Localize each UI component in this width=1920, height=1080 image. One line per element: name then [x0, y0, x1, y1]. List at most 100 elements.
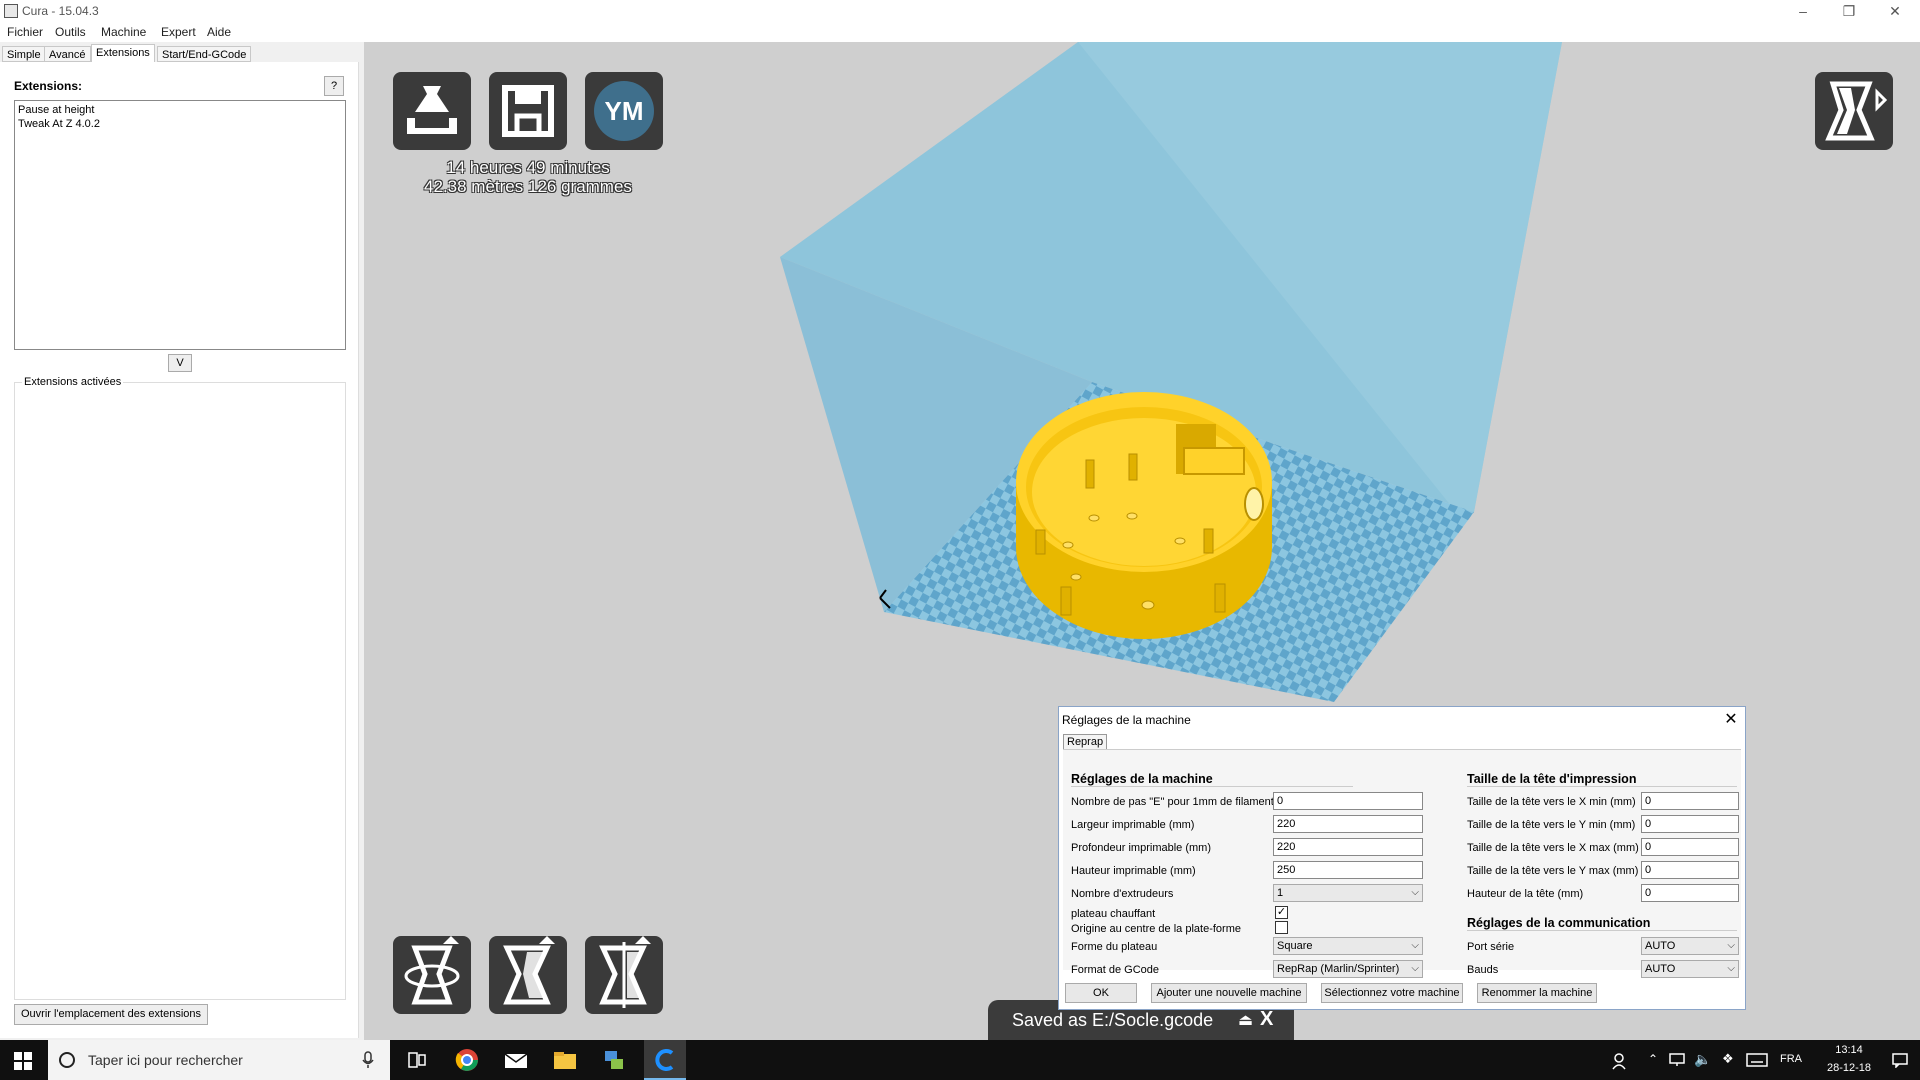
print-estimate: 14 heures 49 minutes 42.38 mètres 126 gr…	[418, 158, 638, 196]
origin-center-label: Origine au centre de la plate-forme	[1071, 923, 1241, 935]
minimize-button[interactable]: –	[1780, 0, 1826, 22]
search-placeholder: Taper ici pour rechercher	[88, 1052, 243, 1068]
head-section-title: Taille de la tête d'impression	[1467, 772, 1637, 786]
serial-port-select[interactable]: AUTO ⌵	[1641, 937, 1739, 955]
heated-bed-checkbox[interactable]: ✓	[1275, 906, 1288, 919]
people-icon[interactable]	[1612, 1052, 1630, 1070]
baud-select[interactable]: AUTO ⌵	[1641, 960, 1739, 978]
network-icon[interactable]	[1668, 1053, 1686, 1067]
tab-simple[interactable]: Simple	[2, 46, 46, 62]
head-xmin-field[interactable]: 0	[1641, 792, 1739, 810]
chrome-icon[interactable]	[454, 1048, 480, 1072]
task-view-icon[interactable]	[404, 1048, 430, 1072]
machine-settings-dialog: Réglages de la machine ✕ Reprap Réglages…	[1058, 706, 1746, 1010]
baud-label: Bauds	[1467, 964, 1499, 976]
list-item[interactable]: Pause at height	[18, 103, 342, 117]
menu-outils[interactable]: Outils	[55, 25, 86, 39]
printable-depth-field[interactable]: 220	[1273, 838, 1423, 856]
menu-machine[interactable]: Machine	[101, 25, 146, 39]
gcode-flavor-label: Format de GCode	[1071, 964, 1160, 976]
taskbar: Taper ici pour rechercher ⌃ 🔈 ❖ FRA 13:1…	[0, 1040, 1920, 1080]
app-icon	[4, 4, 18, 18]
file-explorer-icon[interactable]	[552, 1048, 578, 1072]
head-ymax-field[interactable]: 0	[1641, 861, 1739, 879]
heated-bed-label: plateau chauffant	[1071, 908, 1156, 920]
mail-icon[interactable]	[503, 1048, 529, 1072]
close-window-button[interactable]: ✕	[1872, 0, 1918, 22]
volume-icon[interactable]: 🔈	[1694, 1051, 1711, 1068]
notifications-icon[interactable]	[1892, 1052, 1908, 1068]
bed-shape-label: Forme du plateau	[1071, 941, 1158, 953]
keyboard-icon[interactable]	[1746, 1053, 1768, 1067]
view-mode-icon	[1825, 81, 1888, 141]
head-height-label: Hauteur de la tête (mm)	[1467, 888, 1584, 900]
menu-expert[interactable]: Expert	[161, 25, 196, 39]
extruder-count-value: 1	[1277, 887, 1284, 899]
rotate-button[interactable]	[393, 936, 471, 1014]
dialog-close-button[interactable]: ✕	[1721, 710, 1741, 730]
head-ymin-field[interactable]: 0	[1641, 815, 1739, 833]
title-bar: Cura - 15.04.3 – ❐ ✕	[0, 0, 1920, 22]
steps-per-e-label: Nombre de pas "E" pour 1mm de filament	[1071, 796, 1274, 808]
mirror-button[interactable]	[585, 936, 663, 1014]
microphone-icon[interactable]	[362, 1051, 374, 1069]
gcode-flavor-select[interactable]: RepRap (Marlin/Sprinter) ⌵	[1273, 960, 1423, 978]
list-item[interactable]: Tweak At Z 4.0.2	[18, 117, 342, 131]
print-material: 42.38 mètres 126 grammes	[424, 177, 632, 196]
language-indicator[interactable]: FRA	[1780, 1053, 1802, 1065]
select-machine-button[interactable]: Sélectionnez votre machine	[1321, 983, 1463, 1003]
comm-section-title: Réglages de la communication	[1467, 916, 1651, 930]
cura-taskbar-button[interactable]	[644, 1040, 686, 1080]
3d-model[interactable]	[1016, 392, 1272, 639]
tab-extensions[interactable]: Extensions	[91, 44, 155, 63]
clock-date[interactable]: 28-12-18	[1826, 1062, 1872, 1074]
extruder-count-select[interactable]: 1 ⌵	[1273, 884, 1423, 902]
steps-per-e-field[interactable]: 0	[1273, 792, 1423, 810]
chevron-down-icon: ⌵	[1727, 940, 1735, 951]
cura-icon	[655, 1049, 674, 1071]
add-extension-button[interactable]: V	[168, 354, 192, 372]
dropbox-icon[interactable]: ❖	[1722, 1051, 1734, 1067]
eject-icon[interactable]: ⏏	[1238, 1010, 1253, 1030]
scale-button[interactable]	[489, 936, 567, 1014]
ok-button[interactable]: OK	[1065, 983, 1137, 1003]
origin-center-checkbox[interactable]	[1275, 921, 1288, 934]
clock-time[interactable]: 13:14	[1826, 1044, 1872, 1056]
windows-start-icon[interactable]	[14, 1052, 32, 1070]
settings-tabs: Simple Avancé Extensions Start/End-GCode	[0, 44, 360, 63]
head-xmin-label: Taille de la tête vers le X min (mm)	[1467, 796, 1636, 808]
rename-machine-button[interactable]: Renommer la machine	[1477, 983, 1597, 1003]
menu-fichier[interactable]: Fichier	[7, 25, 43, 39]
printable-height-field[interactable]: 250	[1273, 861, 1423, 879]
baud-value: AUTO	[1645, 963, 1676, 975]
chevron-up-icon[interactable]: ⌃	[1648, 1052, 1658, 1066]
window-title: Cura - 15.04.3	[22, 4, 99, 18]
head-ymax-label: Taille de la tête vers le Y max (mm)	[1467, 865, 1639, 877]
mirror-icon	[599, 936, 651, 1008]
youmagine-button[interactable]: YM	[585, 72, 663, 150]
dialog-title: Réglages de la machine	[1062, 713, 1191, 727]
tab-start-end-gcode[interactable]: Start/End-GCode	[157, 46, 252, 62]
rotate-icon	[404, 936, 460, 1005]
divider	[1467, 786, 1737, 787]
menu-bar: Fichier Outils Machine Expert Aide	[0, 22, 1920, 42]
load-model-button[interactable]	[393, 72, 471, 150]
head-xmax-field[interactable]: 0	[1641, 838, 1739, 856]
save-gcode-button[interactable]	[489, 72, 567, 150]
print-time: 14 heures 49 minutes	[446, 158, 610, 177]
restore-button[interactable]: ❐	[1826, 0, 1872, 22]
tab-avance[interactable]: Avancé	[44, 46, 91, 62]
taskbar-search-box[interactable]: Taper ici pour rechercher	[48, 1040, 390, 1080]
head-height-field[interactable]: 0	[1641, 884, 1739, 902]
menu-aide[interactable]: Aide	[207, 25, 231, 39]
printable-width-field[interactable]: 220	[1273, 815, 1423, 833]
close-notification-button[interactable]: X	[1260, 1008, 1273, 1031]
extensions-list[interactable]: Pause at height Tweak At Z 4.0.2	[14, 100, 346, 350]
open-extensions-location-button[interactable]: Ouvrir l'emplacement des extensions	[14, 1004, 208, 1025]
view-mode-button[interactable]	[1815, 72, 1893, 150]
add-machine-button[interactable]: Ajouter une nouvelle machine	[1151, 983, 1307, 1003]
network-app-icon[interactable]	[601, 1048, 627, 1072]
help-button[interactable]: ?	[324, 76, 344, 96]
bed-shape-select[interactable]: Square ⌵	[1273, 937, 1423, 955]
chevron-down-icon: ⌵	[1411, 963, 1419, 974]
